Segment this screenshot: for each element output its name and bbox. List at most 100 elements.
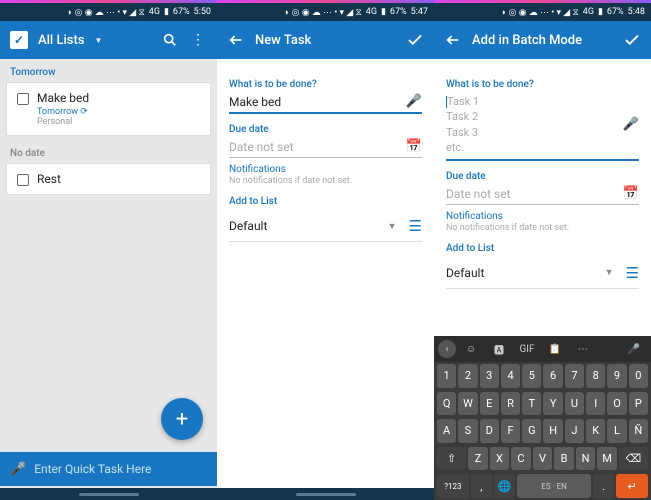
confirm-icon[interactable] — [406, 31, 424, 49]
kb-clipboard-icon[interactable]: 📋 — [542, 339, 568, 359]
key[interactable]: V — [533, 447, 553, 471]
key[interactable]: Y — [543, 392, 562, 416]
notifications-link[interactable]: Notifications — [446, 211, 639, 222]
due-date-input[interactable]: Date not set — [229, 140, 400, 154]
search-icon[interactable] — [161, 31, 179, 49]
key[interactable]: G — [522, 419, 541, 443]
batch-input-placeholder[interactable]: Task 1 Task 2 Task 3 etc. — [446, 95, 479, 154]
app-logo-icon[interactable]: ✓ — [10, 31, 28, 49]
key[interactable]: 5 — [522, 364, 541, 388]
field-label: Add to List — [446, 243, 639, 254]
appbar-title[interactable]: All Lists — [38, 33, 85, 48]
key[interactable]: Z — [468, 447, 488, 471]
period-key[interactable]: . — [593, 474, 614, 498]
notifications-link[interactable]: Notifications — [229, 164, 422, 175]
key[interactable]: O — [607, 392, 626, 416]
key[interactable]: I — [586, 392, 605, 416]
list-select[interactable]: Default ▼ ☰ — [229, 211, 422, 242]
appbar-title: New Task — [255, 33, 311, 48]
checkbox[interactable] — [17, 93, 29, 105]
enter-key[interactable]: ↵ — [616, 474, 648, 498]
task-list-content: Tomorrow Make bed Tomorrow ⟳ Personal No… — [0, 59, 217, 500]
key[interactable]: N — [576, 447, 596, 471]
back-icon[interactable] — [227, 31, 245, 49]
mic-icon[interactable]: 🎤 — [623, 117, 639, 132]
list-select[interactable]: Default ▼ ☰ — [446, 258, 639, 289]
shift-key[interactable]: ⇧ — [437, 447, 466, 471]
key[interactable]: 3 — [480, 364, 499, 388]
key[interactable]: W — [458, 392, 477, 416]
add-task-fab[interactable]: + — [161, 398, 203, 440]
task-name-input[interactable] — [229, 95, 400, 109]
key[interactable]: H — [543, 419, 562, 443]
key[interactable]: 7 — [565, 364, 584, 388]
key[interactable]: R — [501, 392, 520, 416]
key[interactable]: F — [501, 419, 520, 443]
calendar-icon[interactable]: 📅 — [406, 139, 422, 154]
key[interactable]: U — [565, 392, 584, 416]
key[interactable]: A — [437, 419, 456, 443]
new-task-form: What is to be done? 🎤 Due date Date not … — [217, 59, 434, 500]
dropdown-caret-icon: ▼ — [388, 221, 397, 232]
mic-icon[interactable]: 🎤 — [406, 94, 422, 109]
task-row[interactable]: Make bed Tomorrow ⟳ Personal — [6, 82, 211, 136]
task-row[interactable]: Rest — [6, 163, 211, 195]
globe-key[interactable]: 🌐 — [494, 474, 515, 498]
key[interactable]: L — [607, 419, 626, 443]
back-icon[interactable] — [444, 31, 462, 49]
screen-batch-mode: ◗ ◎ ◉ ☁ ⋯ • ▾ ◢ ⧖ 4G ▮ 67% 5:48 Add in B… — [434, 0, 651, 500]
helper-text: No notifications if date not set. — [446, 223, 639, 233]
key[interactable]: K — [586, 419, 605, 443]
kb-sticker-icon[interactable]: ☺ — [458, 339, 484, 359]
confirm-icon[interactable] — [623, 31, 641, 49]
calendar-icon[interactable]: 📅 — [623, 186, 639, 201]
symbols-key[interactable]: ?123 — [437, 474, 469, 498]
kb-more-icon[interactable]: ⋯ — [570, 339, 596, 359]
status-bar: ◗ ◎ ◉ ☁ ⋯ • ▾ ◢ ⧖ 4G ▮ 67% 5:48 — [434, 3, 651, 21]
kb-translate-icon[interactable]: 🅰 — [486, 339, 512, 359]
due-date-input[interactable]: Date not set — [446, 187, 617, 201]
key[interactable]: J — [565, 419, 584, 443]
nav-bar — [217, 488, 434, 500]
key[interactable]: B — [554, 447, 574, 471]
checkbox[interactable] — [17, 174, 29, 186]
list-value: Default — [446, 266, 605, 280]
key[interactable]: C — [511, 447, 531, 471]
appbar-title: Add in Batch Mode — [472, 33, 582, 48]
quick-task-input[interactable] — [34, 462, 207, 476]
key[interactable]: D — [480, 419, 499, 443]
list-icon[interactable]: ☰ — [626, 264, 639, 282]
task-due: Tomorrow ⟳ — [37, 107, 89, 117]
more-icon[interactable]: ⋮ — [189, 31, 207, 49]
key[interactable]: M — [597, 447, 617, 471]
kb-collapse-icon[interactable]: ‹ — [438, 340, 456, 358]
kb-mic-icon[interactable]: 🎤 — [621, 339, 647, 359]
key[interactable]: 6 — [543, 364, 562, 388]
kb-row-2: ASDFGHJKLÑ — [434, 417, 651, 445]
key[interactable]: 1 — [437, 364, 456, 388]
key[interactable]: 8 — [586, 364, 605, 388]
list-icon[interactable]: ☰ — [409, 217, 422, 235]
key[interactable]: Q — [437, 392, 456, 416]
key[interactable]: 4 — [501, 364, 520, 388]
key[interactable]: E — [480, 392, 499, 416]
key[interactable]: 0 — [629, 364, 648, 388]
backspace-key[interactable]: ⌫ — [619, 447, 648, 471]
comma-key[interactable]: , — [471, 474, 492, 498]
section-header-nodate: No date — [0, 140, 217, 163]
mic-icon[interactable]: 🎤 — [10, 462, 26, 477]
dropdown-caret-icon: ▼ — [605, 267, 614, 278]
key[interactable]: S — [458, 419, 477, 443]
status-bar: ◗ ◎ ◉ ☁ ⋯ • ▾ ◢ ⧖ 4G ▮ 67% 5:50 — [0, 3, 217, 21]
key[interactable]: 2 — [458, 364, 477, 388]
kb-gif-icon[interactable]: GIF — [514, 339, 540, 359]
app-bar: Add in Batch Mode — [434, 21, 651, 59]
key[interactable]: Ñ — [629, 419, 648, 443]
key[interactable]: T — [522, 392, 541, 416]
kb-row-numbers: 1234567890 — [434, 362, 651, 390]
key[interactable]: X — [490, 447, 510, 471]
key[interactable]: 9 — [607, 364, 626, 388]
space-key[interactable]: ES · EN — [517, 474, 591, 498]
dropdown-caret-icon[interactable]: ▼ — [95, 36, 103, 45]
key[interactable]: P — [629, 392, 648, 416]
